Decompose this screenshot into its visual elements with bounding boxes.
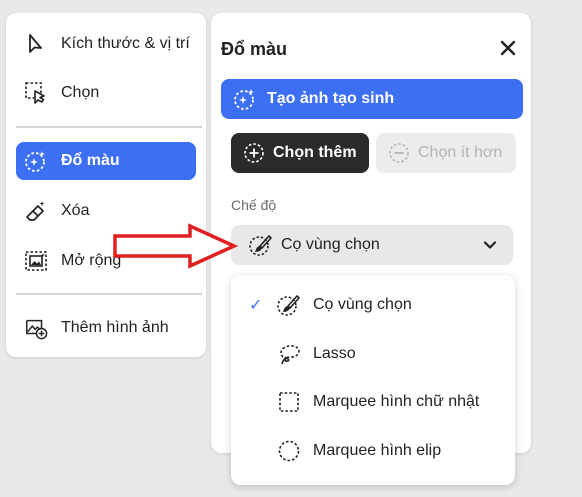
divider: [16, 293, 202, 295]
add-circle-icon: [243, 142, 265, 164]
tool-item-select[interactable]: Chọn: [16, 74, 196, 112]
subtract-button-label: Chọn ít hơn: [418, 144, 503, 161]
chevron-down-icon: [483, 241, 497, 249]
dropdown-option-selection-brush[interactable]: ✓ Cọ vùng chọn: [231, 283, 515, 327]
subtract-selection-button[interactable]: Chọn ít hơn: [376, 133, 516, 173]
tool-item-size-position[interactable]: Kích thước & vị trí: [16, 25, 196, 63]
close-button[interactable]: [499, 39, 517, 57]
tool-item-generative-fill[interactable]: Đổ màu: [16, 142, 196, 180]
checkmark-icon: ✓: [249, 297, 263, 314]
tool-item-label: Thêm hình ảnh: [61, 319, 169, 336]
rectangle-marquee-icon: [277, 389, 303, 415]
tool-item-add-image[interactable]: Thêm hình ảnh: [16, 309, 196, 347]
add-selection-button[interactable]: Chọn thêm: [231, 133, 369, 173]
add-button-label: Chọn thêm: [273, 144, 357, 161]
ellipse-marquee-icon: [277, 438, 303, 464]
cursor-arrow-icon: [24, 32, 48, 56]
dropdown-option-label: Marquee hình chữ nhật: [313, 393, 480, 410]
dropdown-option-lasso[interactable]: Lasso: [231, 332, 515, 376]
close-icon: [500, 40, 516, 56]
expand-icon: [24, 249, 48, 273]
lasso-icon: [277, 341, 303, 367]
mode-label: Chế độ: [231, 197, 277, 213]
dropdown-option-label: Lasso: [313, 345, 356, 362]
selection-brush-icon: [277, 292, 303, 318]
mode-select-value: Cọ vùng chọn: [281, 236, 380, 253]
divider: [16, 126, 202, 128]
subtract-circle-icon: [388, 142, 410, 164]
add-image-icon: [24, 316, 48, 340]
tool-item-label: Đổ màu: [61, 152, 120, 169]
generative-fill-icon: [233, 87, 257, 111]
mode-select[interactable]: Cọ vùng chọn: [231, 225, 513, 265]
tool-item-label: Kích thước & vị trí: [61, 35, 190, 52]
generative-fill-icon: [24, 149, 48, 173]
dropdown-option-rectangle-marquee[interactable]: Marquee hình chữ nhật: [231, 380, 515, 424]
mode-dropdown-menu: ✓ Cọ vùng chọn Lasso Marquee hình chữ nh…: [231, 275, 515, 485]
eraser-icon: [24, 199, 48, 223]
tool-panel: Kích thước & vị trí Chọn Đổ màu Xóa Mở r…: [6, 13, 206, 357]
selection-cursor-icon: [24, 81, 48, 105]
tool-item-label: Xóa: [61, 202, 90, 219]
generate-button-label: Tạo ảnh tạo sinh: [267, 90, 395, 107]
generate-image-button[interactable]: Tạo ảnh tạo sinh: [221, 79, 523, 119]
dropdown-option-label: Cọ vùng chọn: [313, 296, 412, 313]
tool-item-label: Chọn: [61, 84, 100, 101]
annotation-arrow: [113, 223, 238, 269]
selection-brush-icon: [249, 233, 273, 257]
dropdown-option-ellipse-marquee[interactable]: Marquee hình elip: [231, 429, 515, 473]
dropdown-option-label: Marquee hình elip: [313, 442, 442, 459]
panel-title: Đổ màu: [221, 39, 288, 59]
